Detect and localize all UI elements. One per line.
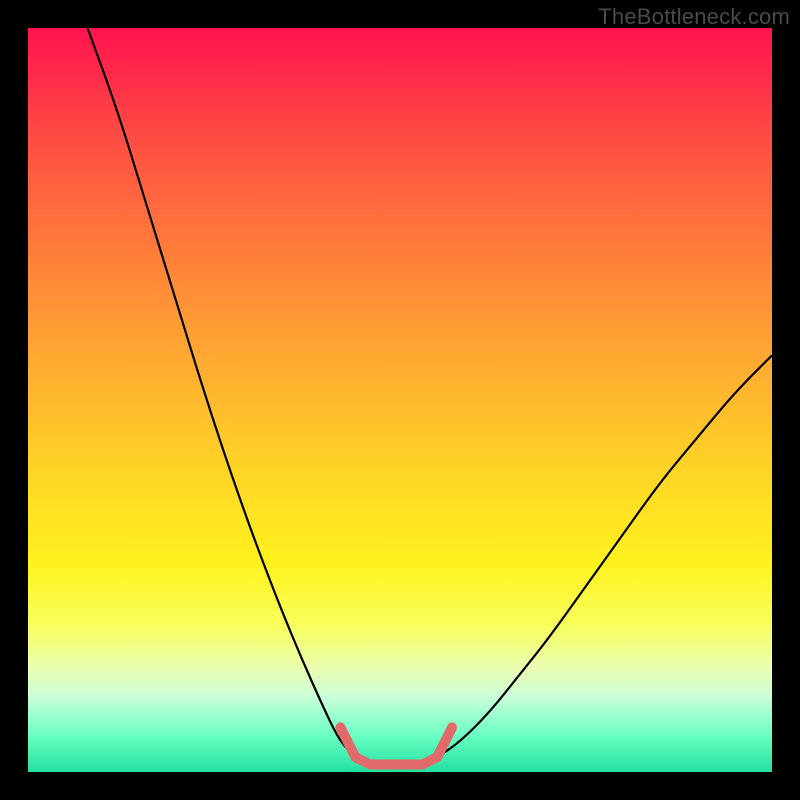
chart-frame: TheBottleneck.com xyxy=(0,0,800,800)
watermark-text: TheBottleneck.com xyxy=(598,4,790,30)
plot-area xyxy=(28,28,772,772)
right-curve xyxy=(437,355,772,757)
trough-highlight xyxy=(340,727,452,764)
left-curve xyxy=(88,28,356,757)
curves-svg xyxy=(28,28,772,772)
